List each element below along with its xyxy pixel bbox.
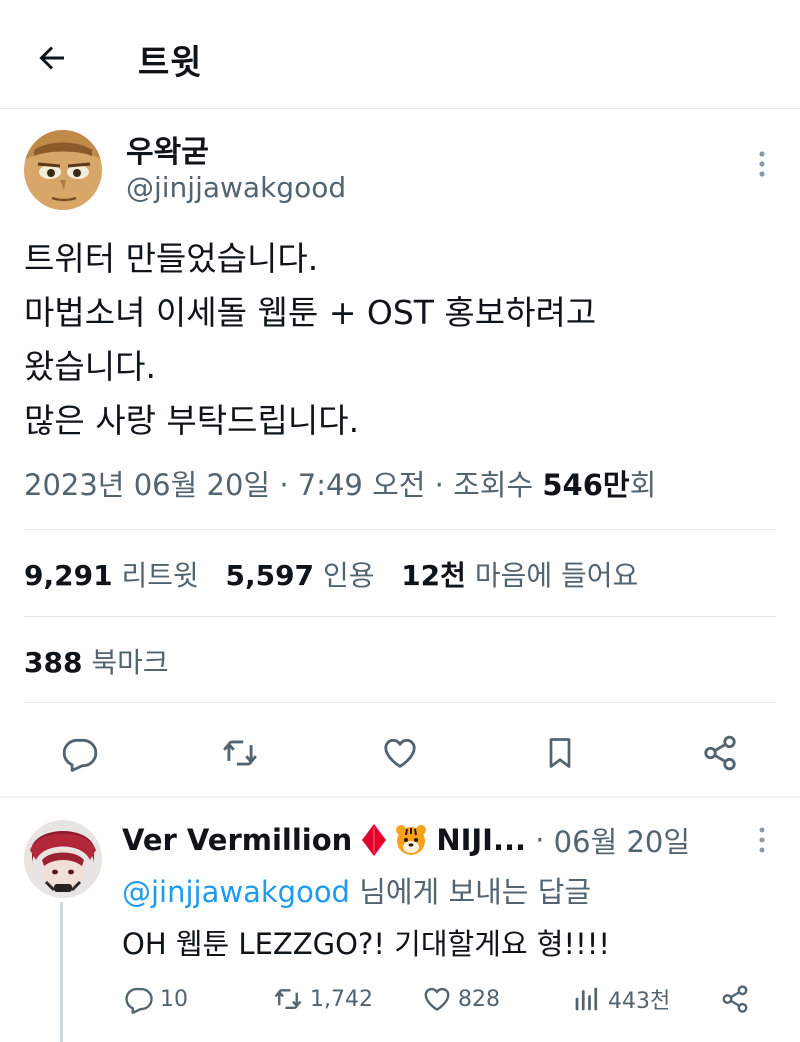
heart-icon xyxy=(384,738,416,768)
bookmark-icon xyxy=(549,738,571,768)
author-name[interactable]: 우왁굳 xyxy=(126,127,209,171)
views-count: 546만 xyxy=(542,468,630,502)
heart-icon xyxy=(424,987,450,1011)
tweet-time[interactable]: 7:49 오전 xyxy=(298,468,426,502)
likes-count: 12천 xyxy=(401,559,466,592)
page-title: 트윗 xyxy=(138,43,203,83)
divider xyxy=(24,616,776,617)
header-divider xyxy=(0,108,800,109)
tweet-date: 2023년 06월 20일 xyxy=(24,468,271,502)
meta-separator: · xyxy=(279,468,298,502)
reply-date[interactable]: 06월 20일 xyxy=(554,819,690,861)
reply-views-button[interactable]: 443천 xyxy=(572,982,670,1016)
quotes-label: 인용 xyxy=(322,559,375,592)
reply-to-handle[interactable]: @jinjjawakgood xyxy=(122,875,350,909)
quotes-count: 5,597 xyxy=(225,559,315,592)
replying-to: @jinjjawakgood 님에게 보내는 답글 xyxy=(122,869,591,911)
bookmark-button[interactable] xyxy=(534,727,586,779)
reply-likes-count: 828 xyxy=(458,986,500,1012)
reply-like-button[interactable]: 828 xyxy=(422,982,500,1016)
retweet-icon xyxy=(223,740,257,766)
back-button[interactable] xyxy=(24,30,80,86)
bookmarks-count: 388 xyxy=(24,646,83,679)
retweets-count: 9,291 xyxy=(24,559,113,592)
avatar-image xyxy=(24,820,102,898)
tweet-text: 트위터 만들었습니다. 마법소녀 이세돌 웹툰 + OST 홍보하려고 왔습니다… xyxy=(24,232,764,448)
reply-header: Ver Vermillion NIJI... · 06월 20일 xyxy=(122,819,690,861)
reply-retweet-button[interactable]: 1,742 xyxy=(272,982,373,1016)
reply-share-button[interactable] xyxy=(720,982,756,1016)
more-options-button[interactable] xyxy=(744,142,780,186)
meta-separator: · xyxy=(434,468,454,502)
reply-author-name[interactable]: Ver Vermillion xyxy=(122,823,352,857)
retweets-label: 리트윗 xyxy=(121,559,199,592)
like-button[interactable] xyxy=(374,727,426,779)
arrow-left-icon xyxy=(39,46,64,70)
bar-chart-icon xyxy=(575,987,598,1011)
reply-avatar[interactable] xyxy=(24,820,102,898)
reply-retweets-count: 1,742 xyxy=(310,986,373,1012)
share-icon xyxy=(704,735,736,771)
comment-icon xyxy=(62,738,98,772)
tweet-text-line: 많은 사랑 부탁드립니다. xyxy=(24,401,360,440)
reply-to-suffix: 님에게 보내는 답글 xyxy=(359,875,592,909)
likes-stat[interactable]: 12천 마음에 들어요 xyxy=(401,559,638,592)
thread-line xyxy=(60,902,63,1042)
quotes-stat[interactable]: 5,597 인용 xyxy=(225,559,374,592)
reply-reply-button[interactable]: 10 xyxy=(124,982,188,1016)
retweet-button[interactable] xyxy=(214,727,266,779)
retweets-stat[interactable]: 9,291 리트윗 xyxy=(24,559,199,592)
red-diamond-icon xyxy=(362,824,387,856)
comment-icon xyxy=(125,987,153,1014)
avatar-image xyxy=(24,130,102,210)
tweet-text-line: 트위터 만들었습니다. xyxy=(24,239,319,278)
divider xyxy=(24,702,776,703)
avatar[interactable] xyxy=(24,130,102,210)
reply-text: OH 웹툰 LEZZGO?! 기대할게요 형!!!! xyxy=(122,927,610,961)
tweet-text-line: 마법소녀 이세돌 웹툰 + OST 홍보하려고 xyxy=(24,293,597,332)
more-vertical-icon xyxy=(759,151,765,177)
section-divider xyxy=(0,796,800,798)
reply-button[interactable] xyxy=(54,727,106,779)
bookmarks-label: 북마크 xyxy=(91,646,169,679)
reply-replies-count: 10 xyxy=(160,986,188,1012)
share-button[interactable] xyxy=(694,727,746,779)
reply-more-options-button[interactable] xyxy=(744,820,780,860)
tweet-text-line: 왔습니다. xyxy=(24,347,156,386)
bookmarks-stat[interactable]: 388 북마크 xyxy=(24,641,169,681)
likes-label: 마음에 들어요 xyxy=(474,559,639,592)
reply-author-name-truncated[interactable]: NIJI... xyxy=(436,823,526,857)
engagement-stats: 9,291 리트윗 5,597 인용 12천 마음에 들어요 xyxy=(24,554,638,594)
views-label: 조회수 xyxy=(453,468,534,502)
reply-views-count: 443천 xyxy=(608,989,671,1014)
meta-separator: · xyxy=(526,823,554,857)
author-handle[interactable]: @jinjjawakgood xyxy=(126,171,346,204)
more-vertical-icon xyxy=(759,827,765,853)
share-icon xyxy=(722,985,748,1013)
divider xyxy=(24,529,776,530)
tiger-icon xyxy=(396,825,427,855)
tweet-meta: 2023년 06월 20일 · 7:49 오전 · 조회수 546만회 xyxy=(24,462,656,504)
retweet-icon xyxy=(274,989,302,1009)
views-suffix: 회 xyxy=(629,468,657,502)
